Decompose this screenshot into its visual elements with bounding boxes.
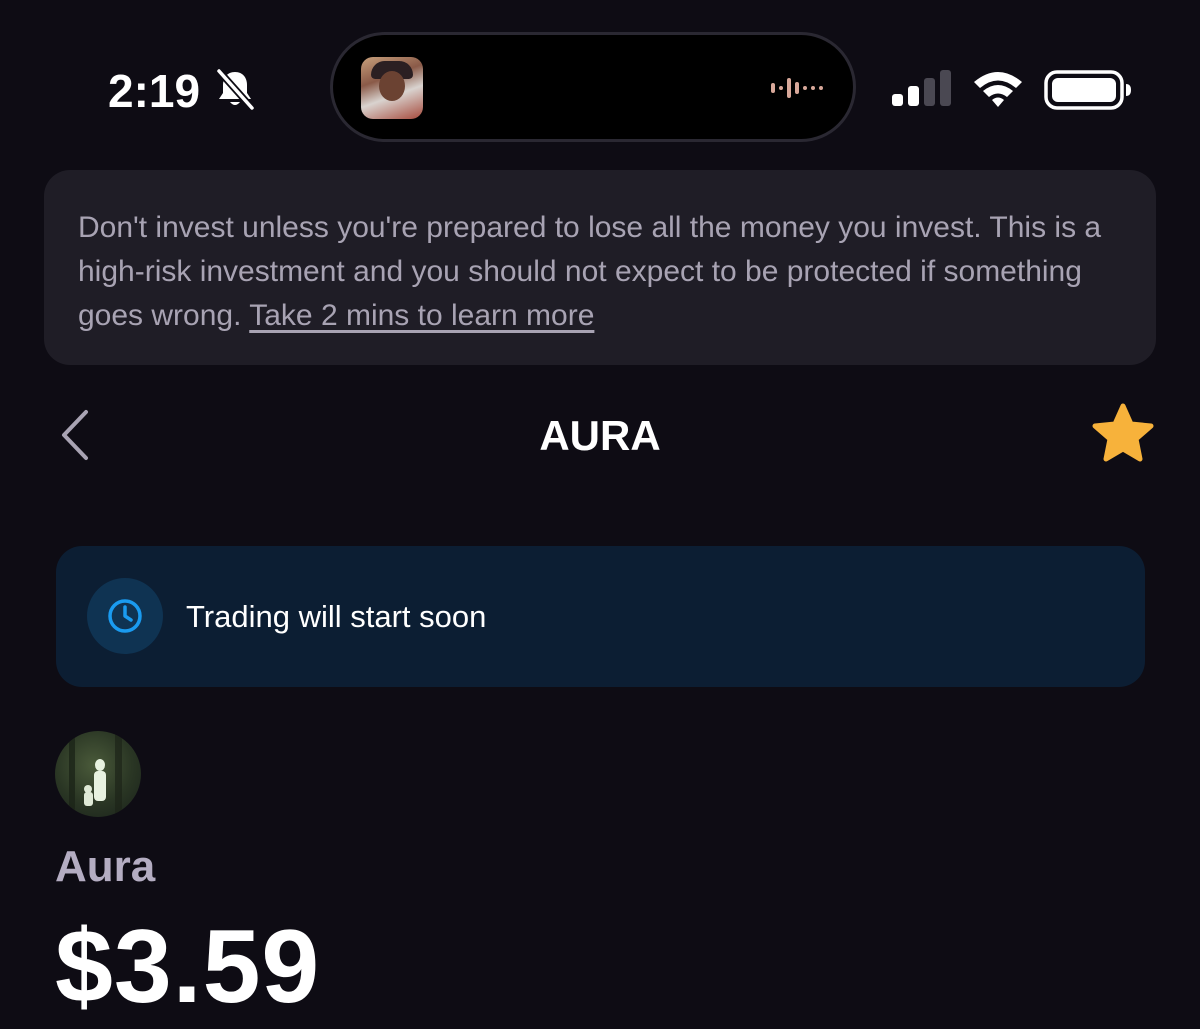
bell-slash-icon [216,68,255,111]
chevron-left-icon[interactable] [58,408,94,462]
token-name: Aura [55,842,156,891]
star-icon[interactable] [1090,402,1156,466]
clock-badge [87,578,163,654]
status-time: 2:19 [108,65,201,117]
dynamic-island[interactable] [333,35,853,139]
token-avatar [55,731,141,817]
learn-more-link[interactable]: Take 2 mins to learn more [249,299,594,332]
page-title: AURA [539,412,661,459]
wifi-icon [974,72,1022,107]
avatar-figure-icon [69,731,122,817]
trading-status-card: Trading will start soon [56,546,1145,687]
now-playing-artwork [361,57,423,119]
battery-icon [1044,70,1131,110]
token-detail-screen: 2:19 Don't invest unless you're prepared… [0,0,1200,1029]
signal-icon [892,70,951,106]
risk-warning-text: Don't invest unless you're prepared to l… [78,206,1138,338]
clock-icon [108,599,142,633]
trading-status-text: Trading will start soon [186,599,487,634]
token-price: $3.59 [55,909,321,1025]
risk-warning-banner: Don't invest unless you're prepared to l… [44,170,1156,365]
waveform-icon [771,78,823,98]
